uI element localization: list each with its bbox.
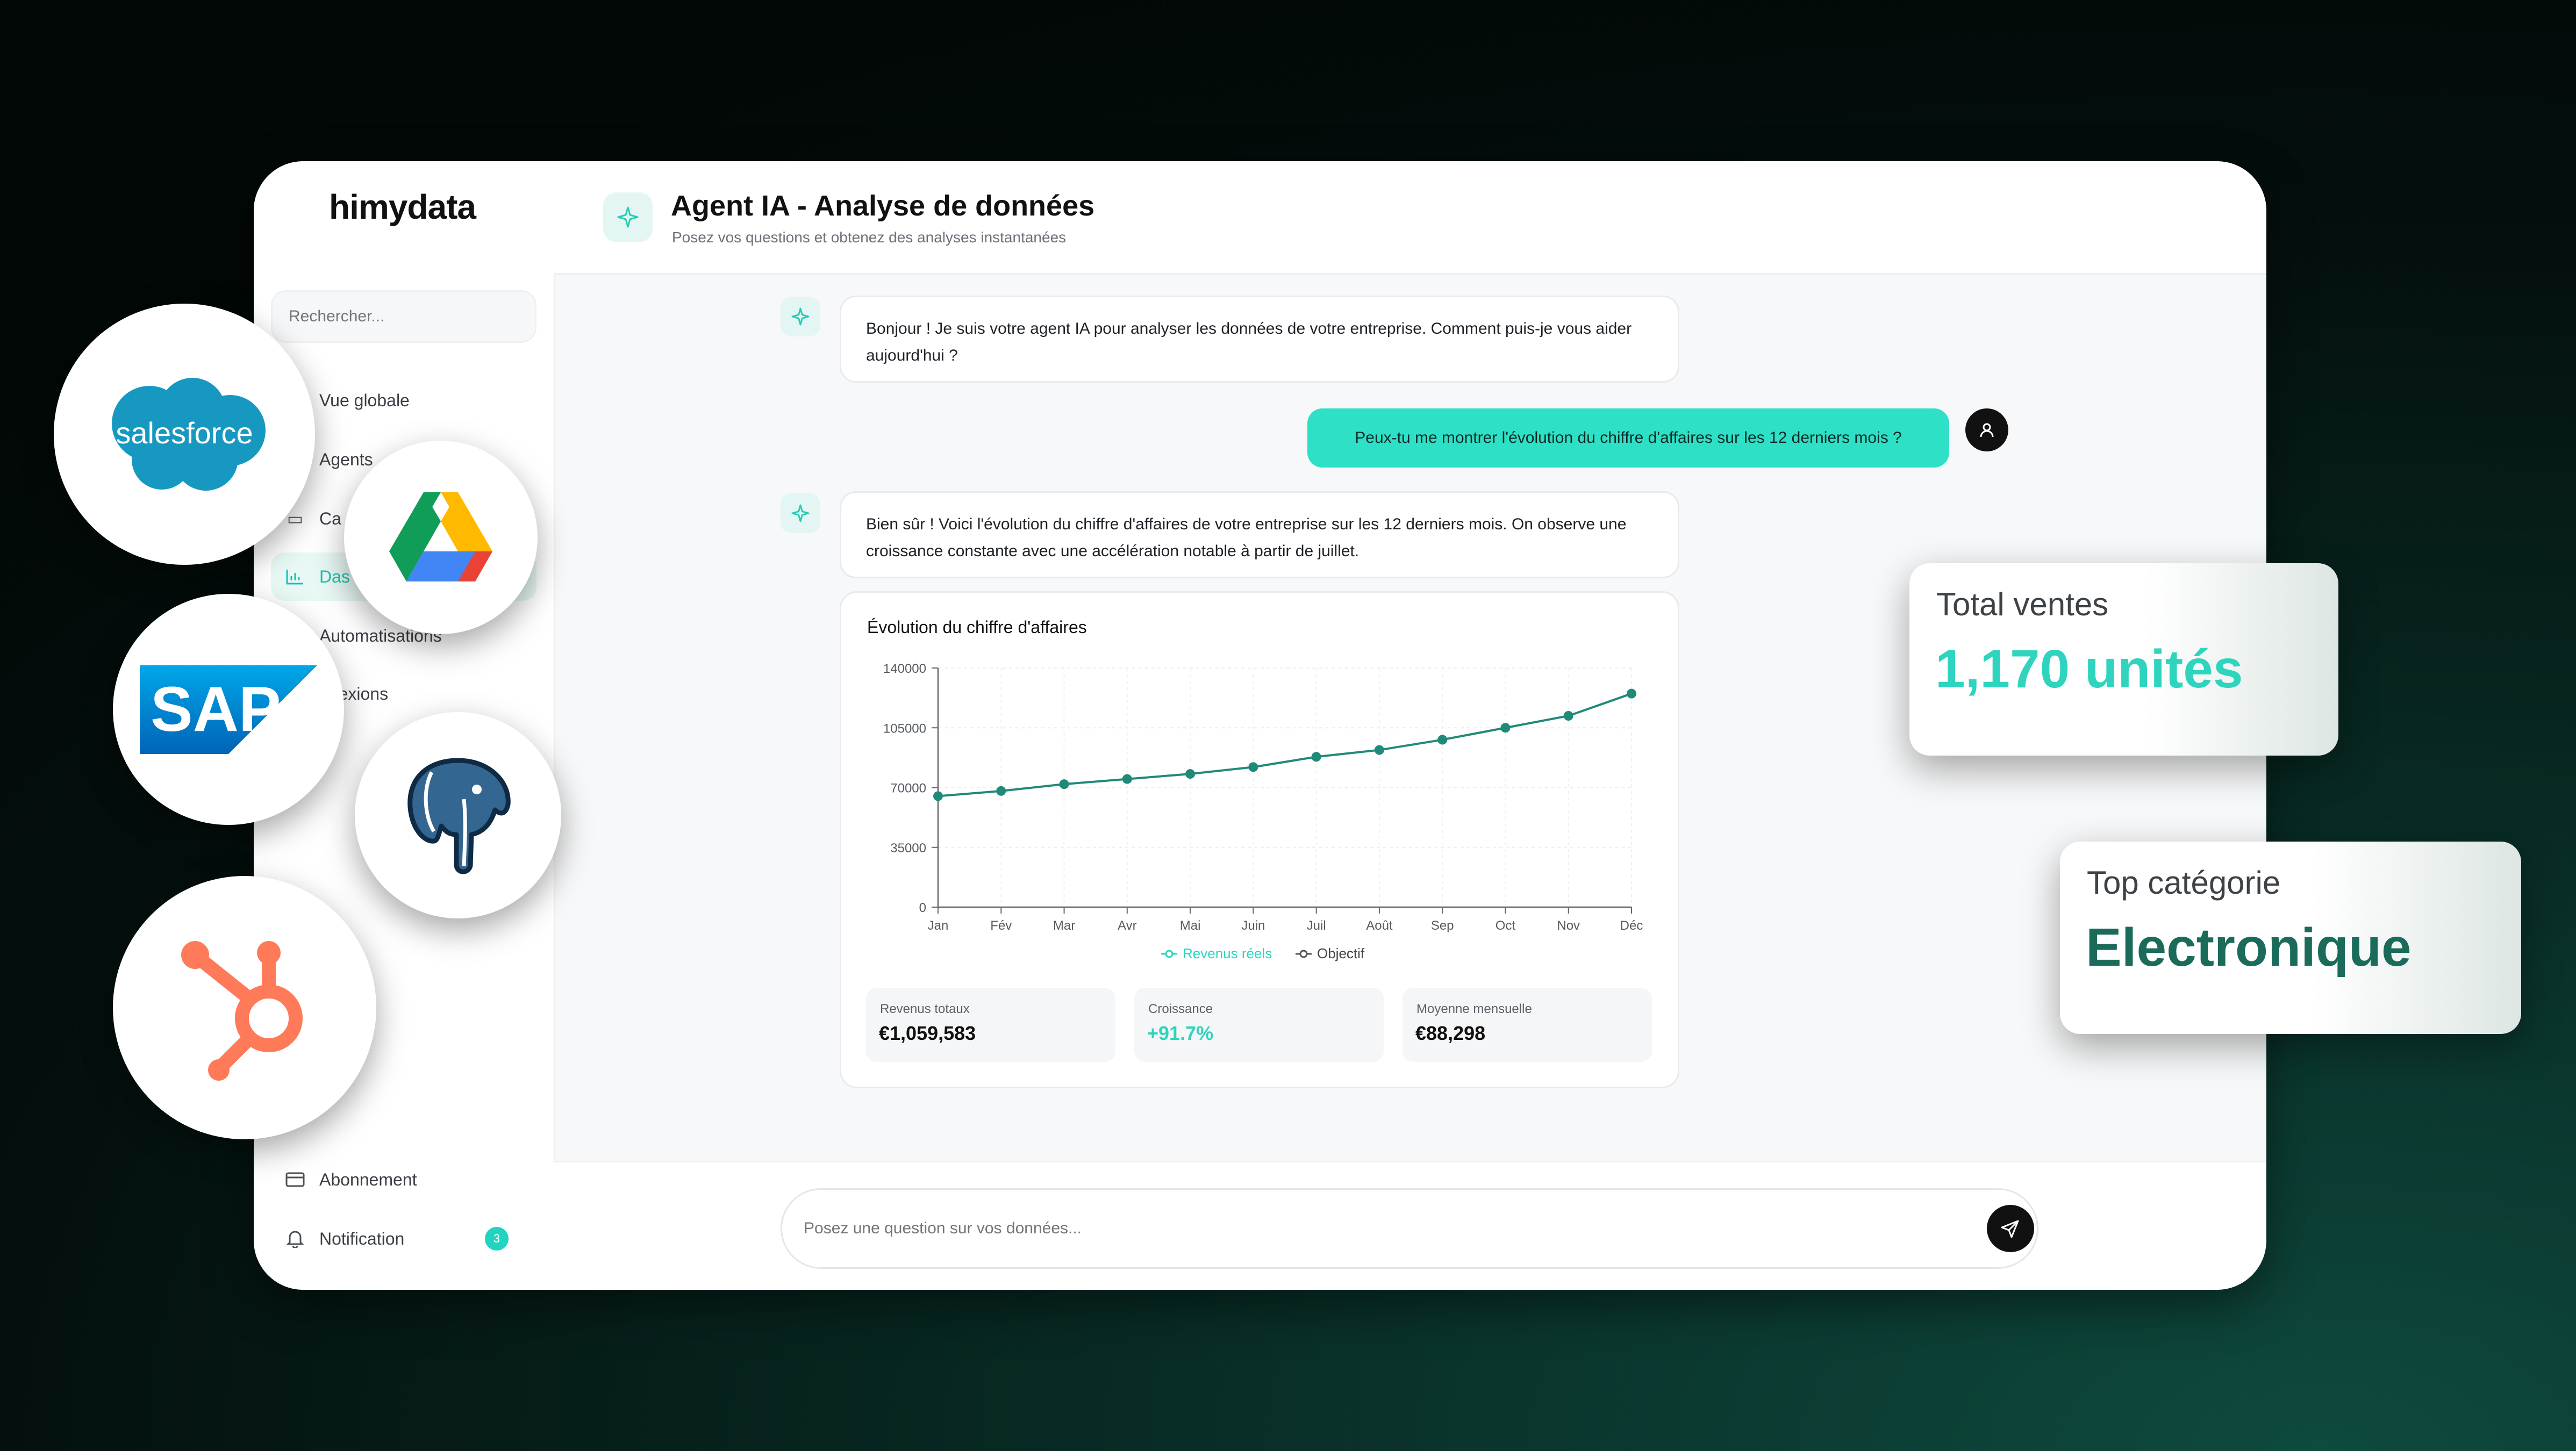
salesforce-logo-icon: salesforce	[54, 304, 315, 565]
stat-growth: Croissance +91.7%	[1134, 988, 1384, 1062]
y-tick-label: 35000	[890, 841, 926, 856]
x-tick-label: Juin	[1241, 918, 1265, 933]
total-sales-value: 1,170 unités	[1935, 639, 2243, 699]
sidebar-item-subscription[interactable]: Abonnement	[271, 1155, 536, 1204]
stat-monthly-average: Moyenne mensuelle €88,298	[1403, 988, 1652, 1062]
y-tick-label: 70000	[890, 781, 926, 796]
x-tick-label: Sep	[1431, 918, 1454, 933]
sidebar-search-input[interactable]	[271, 290, 536, 343]
stat-label: Revenus totaux	[880, 1002, 970, 1016]
data-point	[1248, 762, 1258, 772]
revenue-chart-card: Évolution du chiffre d'affaires 0 35000 70…	[840, 591, 1679, 1088]
legend-label: Revenus réels	[1183, 945, 1272, 961]
notification-badge: 3	[485, 1227, 509, 1251]
ai-message: Bien sûr ! Voici l'évolution du chiffre …	[840, 491, 1679, 578]
postgresql-icon	[355, 712, 561, 918]
y-tick-label: 140000	[883, 662, 926, 676]
svg-text:SAP: SAP	[151, 674, 281, 745]
data-point	[1185, 769, 1196, 779]
sap-logo-icon: SAP	[113, 594, 344, 825]
stat-total-revenue: Revenus totaux €1,059,583	[866, 988, 1115, 1062]
data-point	[1627, 688, 1636, 699]
page-title: Agent IA - Analyse de données	[671, 190, 1095, 222]
sidebar-item-label: Notification	[319, 1229, 405, 1248]
top-category-value: Electronique	[2086, 917, 2412, 978]
user-message: Peux-tu me montrer l'évolution du chiffr…	[1307, 408, 1949, 468]
ai-avatar-icon	[781, 493, 820, 533]
sidebar-item-label: Abonnement	[319, 1169, 417, 1189]
sidebar-item-label: Vue globale	[319, 390, 410, 410]
sidebar-item-label: Ca	[319, 508, 341, 528]
chat-header: Agent IA - Analyse de données Posez vos …	[554, 161, 2266, 275]
chat-input[interactable]	[781, 1188, 2038, 1269]
stat-value: €88,298	[1415, 1022, 1486, 1044]
stat-label: Croissance	[1148, 1002, 1213, 1016]
stat-value: €1,059,583	[879, 1022, 976, 1044]
stat-label: Moyenne mensuelle	[1416, 1002, 1532, 1016]
series-line-revenus	[938, 692, 1632, 798]
x-tick-label: Juil	[1307, 918, 1326, 933]
stat-value: +91.7%	[1147, 1022, 1214, 1044]
page-subtitle: Posez vos questions et obtenez des analy…	[672, 229, 1067, 246]
svg-text:salesforce: salesforce	[116, 416, 253, 450]
data-point	[1374, 745, 1384, 755]
data-point	[1311, 752, 1321, 762]
x-tick-label: Déc	[1620, 918, 1643, 933]
top-category-card: Top catégorie Electronique	[2060, 842, 2521, 1034]
x-tick-label: Oct	[1495, 918, 1516, 933]
top-category-label: Top catégorie	[2087, 865, 2281, 901]
sparkle-icon	[603, 192, 653, 242]
data-point	[1563, 711, 1573, 721]
send-icon	[2001, 1220, 2019, 1238]
ai-avatar-icon	[781, 297, 820, 336]
data-point	[933, 791, 943, 801]
google-drive-icon	[344, 441, 538, 634]
total-sales-card: Total ventes 1,170 unités	[1909, 563, 2338, 756]
chart-title: Évolution du chiffre d'affaires	[867, 617, 1087, 637]
x-tick-label: Mar	[1053, 918, 1075, 933]
card-icon	[271, 1172, 319, 1187]
data-point	[996, 786, 1006, 796]
hubspot-icon	[113, 876, 376, 1139]
data-point	[1059, 779, 1069, 789]
x-tick-label: Mai	[1180, 918, 1201, 933]
ai-message: Bonjour ! Je suis votre agent IA pour an…	[840, 296, 1679, 383]
revenue-line-chart: 0 35000 70000 105000 140000 Jan Fév Mar Avr Mai Ju…	[883, 662, 1643, 961]
app-logo: himydata	[329, 188, 476, 226]
sidebar-item-label: Agents	[319, 449, 373, 469]
legend-marker	[1299, 950, 1308, 958]
bell-icon	[271, 1230, 319, 1248]
user-avatar-icon	[1965, 408, 2008, 451]
sidebar-item-notification[interactable]: Notification 3	[271, 1215, 536, 1263]
data-point	[1500, 723, 1511, 733]
data-point	[1437, 735, 1448, 745]
legend-marker	[1165, 950, 1173, 958]
y-tick-label: 0	[919, 901, 926, 915]
bar-chart-icon	[271, 569, 319, 585]
x-tick-label: Jan	[928, 918, 949, 933]
x-tick-label: Nov	[1557, 918, 1580, 933]
y-tick-label: 105000	[883, 721, 926, 736]
total-sales-label: Total ventes	[1936, 586, 2109, 622]
chat-input-bar	[554, 1161, 2266, 1290]
data-point	[1122, 774, 1132, 784]
x-tick-label: Fév	[990, 918, 1012, 933]
x-tick-label: Août	[1366, 918, 1393, 933]
legend-label: Objectif	[1317, 945, 1365, 961]
x-tick-label: Avr	[1118, 918, 1137, 933]
sidebar-item-label: Das	[319, 566, 350, 586]
send-button[interactable]	[1987, 1205, 2034, 1252]
